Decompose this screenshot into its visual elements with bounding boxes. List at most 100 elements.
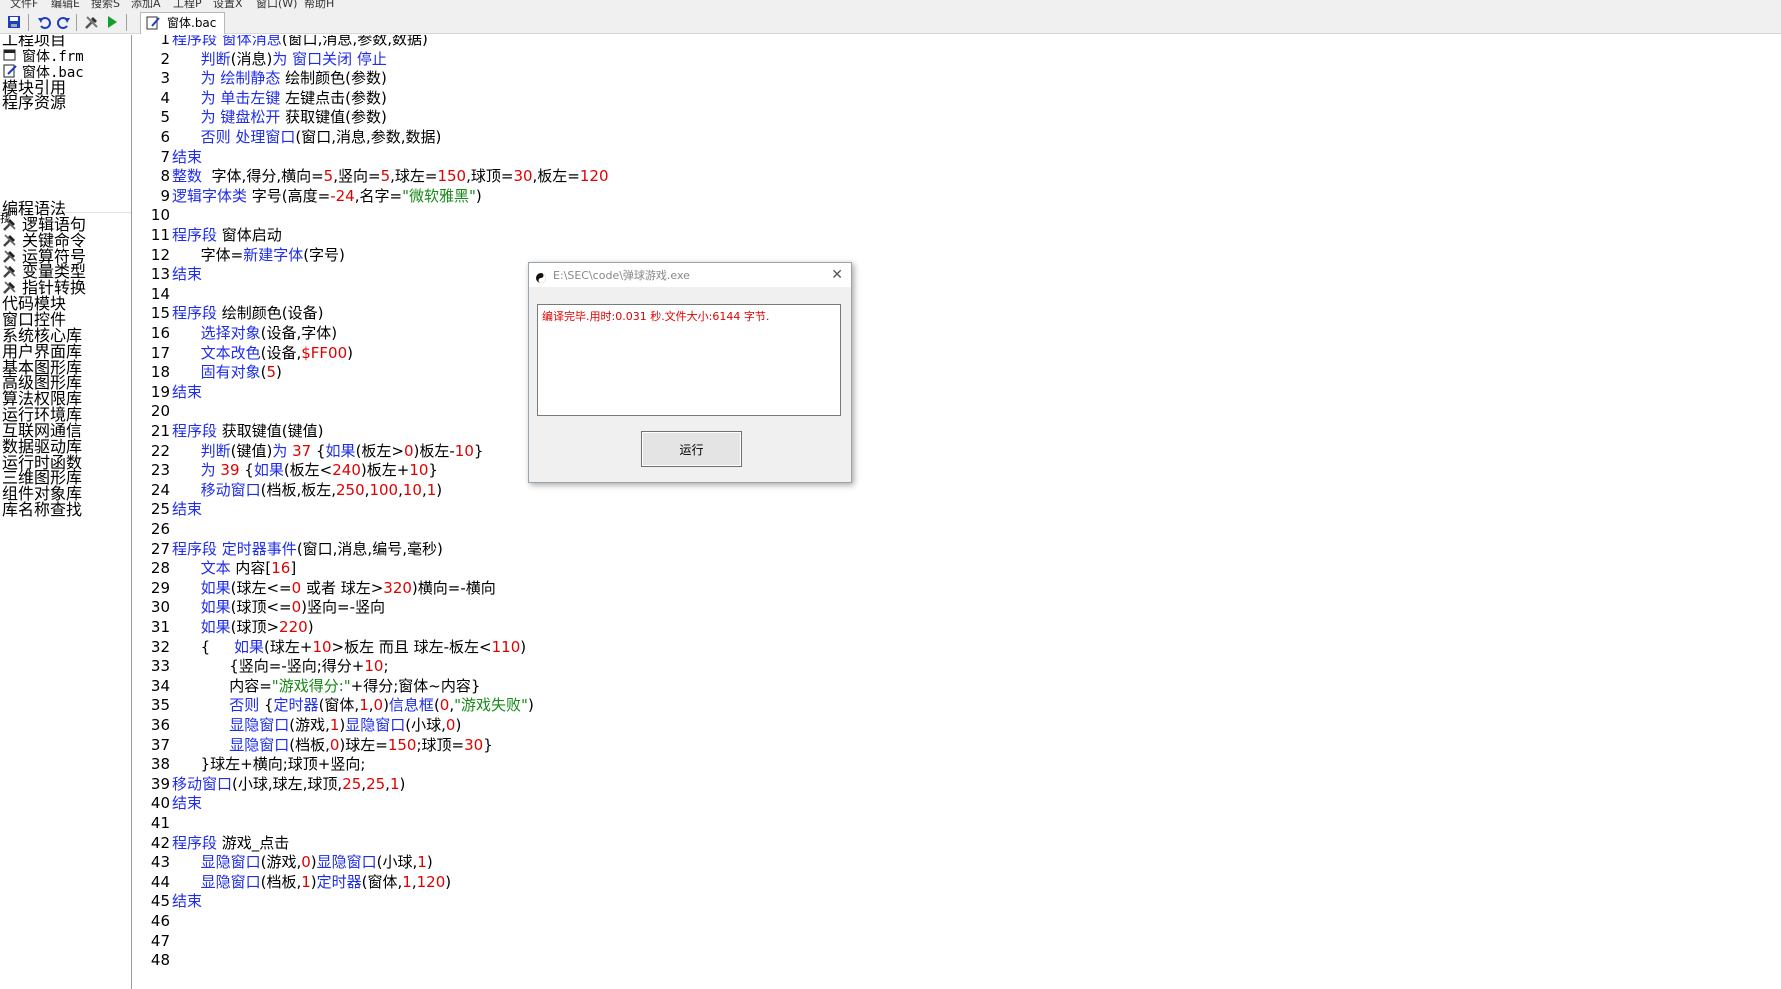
code-line[interactable]: 14 <box>133 284 170 304</box>
code-line[interactable]: 17 文本改色(设备,$FF00) <box>133 343 353 363</box>
text-token: )板左+ <box>360 461 410 480</box>
code-line[interactable]: 39 移动窗口(小球,球左,球顶,25,25,1) <box>133 774 405 794</box>
code-line[interactable]: 36 显隐窗口(游戏,1)显隐窗口(小球,0) <box>133 715 461 735</box>
code-line[interactable]: 25 结束 <box>133 499 202 519</box>
code-line[interactable]: 28 文本 内容[16] <box>133 558 296 578</box>
code-line[interactable]: 21 程序段 获取键值(键值) <box>133 421 324 441</box>
code-line[interactable]: 2 判断(消息)为 窗口关闭 停止 <box>133 49 386 69</box>
run-icon[interactable] <box>102 13 122 31</box>
code-line[interactable]: 46 <box>133 911 170 931</box>
code-line[interactable]: 48 <box>133 950 170 970</box>
undo-icon[interactable] <box>34 13 54 31</box>
menu-item[interactable]: 搜索S <box>91 0 120 10</box>
code-line[interactable]: 23 为 39 {如果(板左<240)板左+10} <box>133 460 438 480</box>
code-line[interactable]: 47 <box>133 931 170 951</box>
code-line[interactable]: 5 为 键盘松开 获取键值(参数) <box>133 107 386 127</box>
code-line[interactable]: 40 结束 <box>133 793 202 813</box>
code-line[interactable]: 32 { 如果(球左+10>板左 而且 球左-板左<110) <box>133 637 526 657</box>
code-line[interactable]: 43 显隐窗口(游戏,0)显隐窗口(小球,1) <box>133 852 433 872</box>
code-text: 显隐窗口(游戏,0)显隐窗口(小球,1) <box>172 852 433 872</box>
code-line[interactable]: 1 程序段 窗体消息(窗口,消息,参数,数据) <box>133 35 427 49</box>
code-line[interactable]: 8 整数 字体,得分,横向=5,竖向=5,球左=150,球顶=30,板左=120 <box>133 166 608 186</box>
keyword-token: 逻辑字体类 <box>172 186 248 205</box>
code-line[interactable]: 27 程序段 定时器事件(窗口,消息,编号,毫秒) <box>133 539 443 559</box>
code-line[interactable]: 13 结束 <box>133 264 202 284</box>
keyword-token: 结束 <box>172 794 203 813</box>
code-line[interactable]: 30 如果(球顶<=0)竖向=-竖向 <box>133 597 385 617</box>
line-number: 31 <box>150 618 170 636</box>
keyword-token: 固有对象 <box>200 363 261 382</box>
code-line[interactable]: 44 显隐窗口(档板,1)定时器(窗体,1,120) <box>133 872 451 892</box>
code-line[interactable]: 12 字体=新建字体(字号) <box>133 245 345 265</box>
project-tree-item[interactable]: 程序资源 <box>2 94 66 112</box>
code-file-icon <box>2 63 20 79</box>
code-line[interactable]: 34 内容="游戏得分:"+得分;窗体~内容} <box>133 676 481 696</box>
menu-item[interactable]: 帮助H <box>304 0 334 10</box>
keyword-token: 为 <box>200 461 216 480</box>
code-text: 程序段 绘制颜色(设备) <box>172 303 324 323</box>
keyword-token: 判断 <box>200 49 231 68</box>
number-token: 10 <box>312 637 332 656</box>
keyword-token: 显隐窗口 <box>200 872 261 891</box>
text-token: ,名字= <box>354 186 403 205</box>
code-text: 结束 <box>172 382 202 402</box>
code-line[interactable]: 45 结束 <box>133 891 202 911</box>
code-line[interactable]: 33 {竖向=-竖向;得分+10; <box>133 656 389 676</box>
code-line[interactable]: 6 否则 处理窗口(窗口,消息,参数,数据) <box>133 127 441 147</box>
code-line[interactable]: 9 逻辑字体类 字号(高度=-24,名字="微软雅黑") <box>133 186 481 206</box>
build-icon[interactable] <box>82 13 102 31</box>
menu-item[interactable]: 工程P <box>173 0 202 10</box>
code-line[interactable]: 10 <box>133 205 170 225</box>
code-line[interactable]: 15 程序段 绘制颜色(设备) <box>133 303 324 323</box>
code-editor[interactable]: 1 程序段 窗体消息(窗口,消息,参数,数据) 2 判断(消息)为 窗口关闭 停止 3… <box>133 35 1781 989</box>
code-line[interactable]: 19 结束 <box>133 382 202 402</box>
menu-item[interactable]: 设置X <box>213 0 243 10</box>
code-line[interactable]: 41 <box>133 813 170 833</box>
code-line[interactable]: 42 程序段 游戏_点击 <box>133 833 289 853</box>
line-number: 6 <box>160 128 170 146</box>
text-token: (球顶> <box>230 618 280 636</box>
line-number: 2 <box>160 49 170 68</box>
text-token: (窗体, <box>361 872 403 891</box>
line-number: 16 <box>150 324 170 342</box>
save-icon[interactable] <box>4 13 24 31</box>
menu-item[interactable]: 窗口(W) <box>256 0 297 10</box>
code-line[interactable]: 7 结束 <box>133 147 202 167</box>
code-line[interactable]: 18 固有对象(5) <box>133 362 282 382</box>
code-line[interactable]: 35 否则 {定时器(窗体,1,0)信息框(0,"游戏失败") <box>133 695 534 715</box>
number-token: 150 <box>437 167 467 186</box>
dialog-titlebar[interactable]: E:\SEC\code\弹球游戏.exe ✕ <box>529 263 851 287</box>
run-button[interactable]: 运行 <box>641 431 742 467</box>
code-line[interactable]: 26 <box>133 519 170 539</box>
code-line[interactable]: 22 判断(键值)为 37 {如果(板左>0)板左-10} <box>133 441 484 461</box>
code-line[interactable]: 29 如果(球左<=0 或者 球左>320)横向=-横向 <box>133 578 496 598</box>
code-line[interactable]: 3 为 绘制静态 绘制颜色(参数) <box>133 68 386 88</box>
code-line[interactable]: 11 程序段 窗体启动 <box>133 225 282 245</box>
tool-icon <box>2 248 20 264</box>
code-line[interactable]: 31 如果(球顶>220) <box>133 617 314 637</box>
code-text: 判断(消息)为 窗口关闭 停止 <box>172 49 387 69</box>
code-line[interactable]: 16 选择对象(设备,字体) <box>133 323 337 343</box>
code-line[interactable]: 4 为 单击左键 左键点击(参数) <box>133 88 386 108</box>
code-text: 否则 处理窗口(窗口,消息,参数,数据) <box>172 127 442 147</box>
close-icon[interactable]: ✕ <box>831 267 843 283</box>
keyword-token: 程序段 <box>172 35 218 48</box>
library-tree-item[interactable]: 库名称查找 <box>2 501 82 519</box>
code-line[interactable]: 24 移动窗口(档板,板左,250,100,10,1) <box>133 480 442 500</box>
compile-output-box[interactable]: 编译完毕.用时:0.031 秒.文件大小:6144 字节. <box>537 304 841 416</box>
keyword-token: 结束 <box>172 382 203 401</box>
code-line[interactable]: 37 显隐窗口(档板,0)球左=150;球顶=30} <box>133 735 493 755</box>
line-number: 28 <box>150 559 170 578</box>
text-token: ,球顶= <box>466 167 514 186</box>
line-number: 12 <box>150 245 170 264</box>
menu-item[interactable]: 编辑E <box>51 0 80 10</box>
menu-item[interactable]: 添加A <box>131 0 161 10</box>
code-line[interactable]: 38 }球左+横向;球顶+竖向; <box>133 754 366 774</box>
code-line[interactable]: 20 <box>133 401 170 421</box>
keyword-token: 信息框 <box>388 696 434 715</box>
tab-active-file[interactable]: 窗体.bac <box>140 12 226 34</box>
menu-item[interactable]: 文件F <box>10 0 38 10</box>
redo-icon[interactable] <box>54 13 74 31</box>
